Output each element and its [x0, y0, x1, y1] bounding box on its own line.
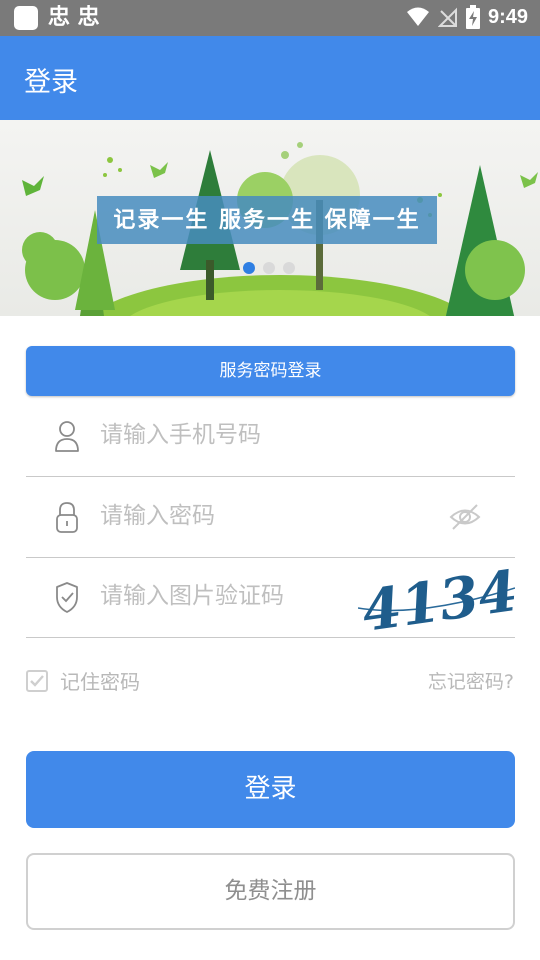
carousel-dot[interactable] [263, 262, 275, 274]
lock-icon [56, 502, 78, 533]
status-bar: 忠 忠 9:49 [0, 0, 540, 36]
remember-password[interactable]: 记住密码 [26, 666, 140, 695]
login-button[interactable]: 登录 [26, 751, 515, 828]
app-bar: 登录 [0, 36, 540, 120]
banner-caption: 记录一生 服务一生 保障一生 [97, 196, 437, 244]
wifi-icon [406, 7, 429, 26]
service-password-login-tab[interactable]: 服务密码登录 [26, 346, 515, 396]
clock: 9:49 [487, 5, 528, 28]
phone-field-row [26, 397, 515, 477]
phone-input[interactable] [100, 415, 430, 455]
check-icon [30, 674, 44, 687]
register-button[interactable]: 免费注册 [26, 853, 515, 930]
page-title: 登录 [24, 67, 78, 98]
status-bar-left: 忠 忠 [14, 5, 100, 31]
forgot-password-link[interactable]: 忘记密码? [428, 667, 514, 694]
carousel-dot-active[interactable] [243, 262, 255, 274]
user-icon [55, 421, 79, 452]
captcha-image[interactable]: 4134 [358, 558, 515, 636]
remember-checkbox[interactable] [26, 669, 48, 692]
remember-label: 记住密码 [60, 670, 140, 694]
password-input[interactable] [100, 496, 430, 536]
banner-carousel[interactable]: 记录一生 服务一生 保障一生 [0, 120, 540, 316]
notification-app-glyphs: 忠 忠 [48, 5, 100, 30]
notification-app-icon [14, 6, 38, 30]
eye-off-icon[interactable] [449, 500, 481, 534]
captcha-field-row: 4134 [26, 558, 515, 638]
password-field-row [26, 478, 515, 558]
no-signal-icon [437, 7, 457, 27]
carousel-dot[interactable] [283, 262, 295, 274]
shield-check-icon [56, 582, 78, 613]
status-bar-right: 9:49 [406, 5, 528, 29]
battery-charging-icon [465, 5, 480, 29]
carousel-indicators [243, 262, 295, 274]
captcha-input[interactable] [100, 576, 350, 616]
captcha-text: 4134 [358, 558, 515, 636]
